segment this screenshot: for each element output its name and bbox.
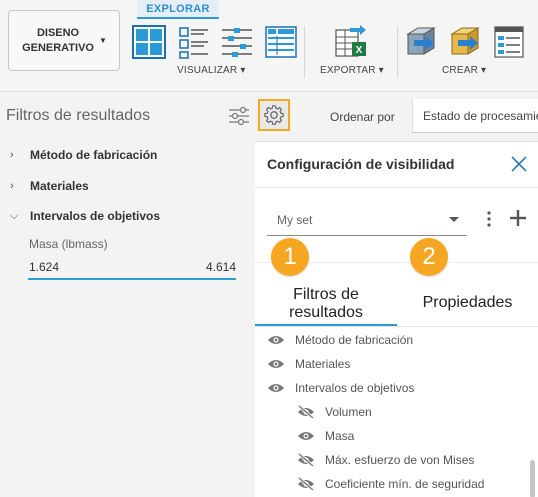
tree-item-label: Intervalos de objetivos	[30, 209, 161, 223]
eye-icon[interactable]	[267, 334, 285, 346]
tab-properties[interactable]: Propiedades	[397, 294, 538, 312]
visibility-set-select[interactable]: My set	[267, 204, 467, 236]
visibility-config-panel: Configuración de visibilidad My set 1 2 …	[255, 141, 538, 497]
tree-item-label: Método de fabricación	[30, 148, 158, 162]
close-icon[interactable]	[509, 154, 529, 174]
chevron-down-icon: ▼	[99, 36, 107, 45]
visibility-row-label: Máx. esfuerzo de von Mises	[325, 453, 475, 467]
mass-range-label: Masa (lbmass)	[29, 237, 108, 251]
detail-list-icon[interactable]	[220, 24, 254, 60]
add-set-icon[interactable]	[509, 209, 527, 227]
chevron-down-icon: ⌵	[10, 209, 19, 222]
visibility-row-label: Volumen	[325, 405, 372, 419]
tree-item-label: Materiales	[30, 179, 89, 193]
visibility-row-safety-factor[interactable]: Coeficiente mín. de seguridad	[297, 477, 484, 491]
visibility-row-volume[interactable]: Volumen	[297, 405, 372, 419]
results-filter-title: Filtros de resultados	[6, 107, 151, 124]
divider	[255, 187, 538, 188]
callout-badge-1: 1	[271, 238, 309, 276]
list-view-icon[interactable]	[178, 24, 212, 60]
callout-badge-2: 2	[410, 238, 448, 276]
visualize-group-label[interactable]: VISUALIZAR ▾	[177, 65, 246, 76]
visibility-row-mass[interactable]: Masa	[297, 429, 354, 443]
toolbar-divider	[397, 26, 398, 78]
chevron-right-icon: ›	[10, 180, 14, 192]
toolbar-divider	[304, 26, 305, 78]
sort-by-label: Ordenar por	[330, 110, 395, 124]
eye-icon[interactable]	[267, 382, 285, 394]
create-group-label[interactable]: CREAR ▾	[442, 65, 486, 76]
divider	[255, 326, 538, 327]
visibility-row-manufacturing[interactable]: Método de fabricación	[267, 333, 413, 347]
mass-range-max[interactable]: 4.614	[206, 260, 236, 274]
tab-result-filters[interactable]: Filtros de resultados	[255, 286, 397, 322]
visibility-row-label: Intervalos de objetivos	[295, 381, 415, 395]
gear-icon	[264, 105, 284, 125]
visibility-settings-button[interactable]	[258, 99, 290, 131]
create-model-icon[interactable]	[448, 24, 482, 60]
ribbon-toolbar: DISENO GENERATIVO ▼ EXPLORAR VISUALIZAR …	[0, 0, 538, 92]
eye-icon[interactable]	[267, 358, 285, 370]
export-group-label[interactable]: EXPORTAR ▾	[320, 65, 384, 76]
visibility-row-label: Coeficiente mín. de seguridad	[325, 477, 485, 491]
visibility-row-materials[interactable]: Materiales	[267, 357, 350, 371]
results-filter-panel: Filtros de resultados › Método de fabric…	[0, 93, 256, 497]
tree-item-manufacturing[interactable]: › Método de fabricación	[10, 148, 157, 162]
generative-design-button[interactable]: DISENO GENERATIVO ▼	[8, 10, 120, 71]
create-label: CREAR	[442, 65, 479, 76]
chevron-right-icon: ›	[10, 149, 14, 161]
visibility-config-title: Configuración de visibilidad	[267, 156, 455, 172]
visibility-set-value: My set	[277, 213, 313, 227]
tree-item-objective-ranges[interactable]: ⌵ Intervalos de objetivos	[10, 209, 160, 223]
visualize-label: VISUALIZAR	[177, 65, 238, 76]
dropdown-caret-icon	[449, 217, 459, 222]
eye-off-icon[interactable]	[297, 477, 315, 491]
tree-item-materials[interactable]: › Materiales	[10, 179, 89, 193]
visibility-row-objective-ranges[interactable]: Intervalos de objetivos	[267, 381, 414, 395]
generative-design-label: DISENO GENERATIVO	[22, 26, 94, 54]
more-options-icon[interactable]	[483, 210, 495, 228]
panel-scrollbar[interactable]	[530, 460, 535, 497]
mass-range-slider[interactable]	[28, 278, 236, 280]
excel-export-icon[interactable]: X	[334, 24, 368, 60]
table-view-icon[interactable]	[264, 24, 298, 60]
mass-range-min[interactable]: 1.624	[29, 260, 59, 274]
eye-icon[interactable]	[297, 430, 315, 442]
sort-by-select[interactable]: Estado de procesamiento	[412, 99, 538, 133]
eye-off-icon[interactable]	[297, 453, 315, 467]
visibility-row-label: Método de fabricación	[295, 333, 414, 347]
visibility-row-label: Masa	[325, 429, 355, 443]
create-design-icon[interactable]	[404, 24, 438, 60]
create-report-icon[interactable]	[492, 24, 526, 60]
eye-off-icon[interactable]	[297, 405, 315, 419]
svg-text:X: X	[356, 45, 363, 56]
export-label: EXPORTAR	[320, 65, 376, 76]
tab-explore[interactable]: EXPLORAR	[137, 0, 219, 19]
visibility-row-label: Materiales	[295, 357, 351, 371]
filter-settings-icon[interactable]	[228, 106, 250, 126]
grid-view-icon[interactable]	[132, 24, 166, 60]
visibility-row-von-mises[interactable]: Máx. esfuerzo de von Mises	[297, 453, 474, 467]
